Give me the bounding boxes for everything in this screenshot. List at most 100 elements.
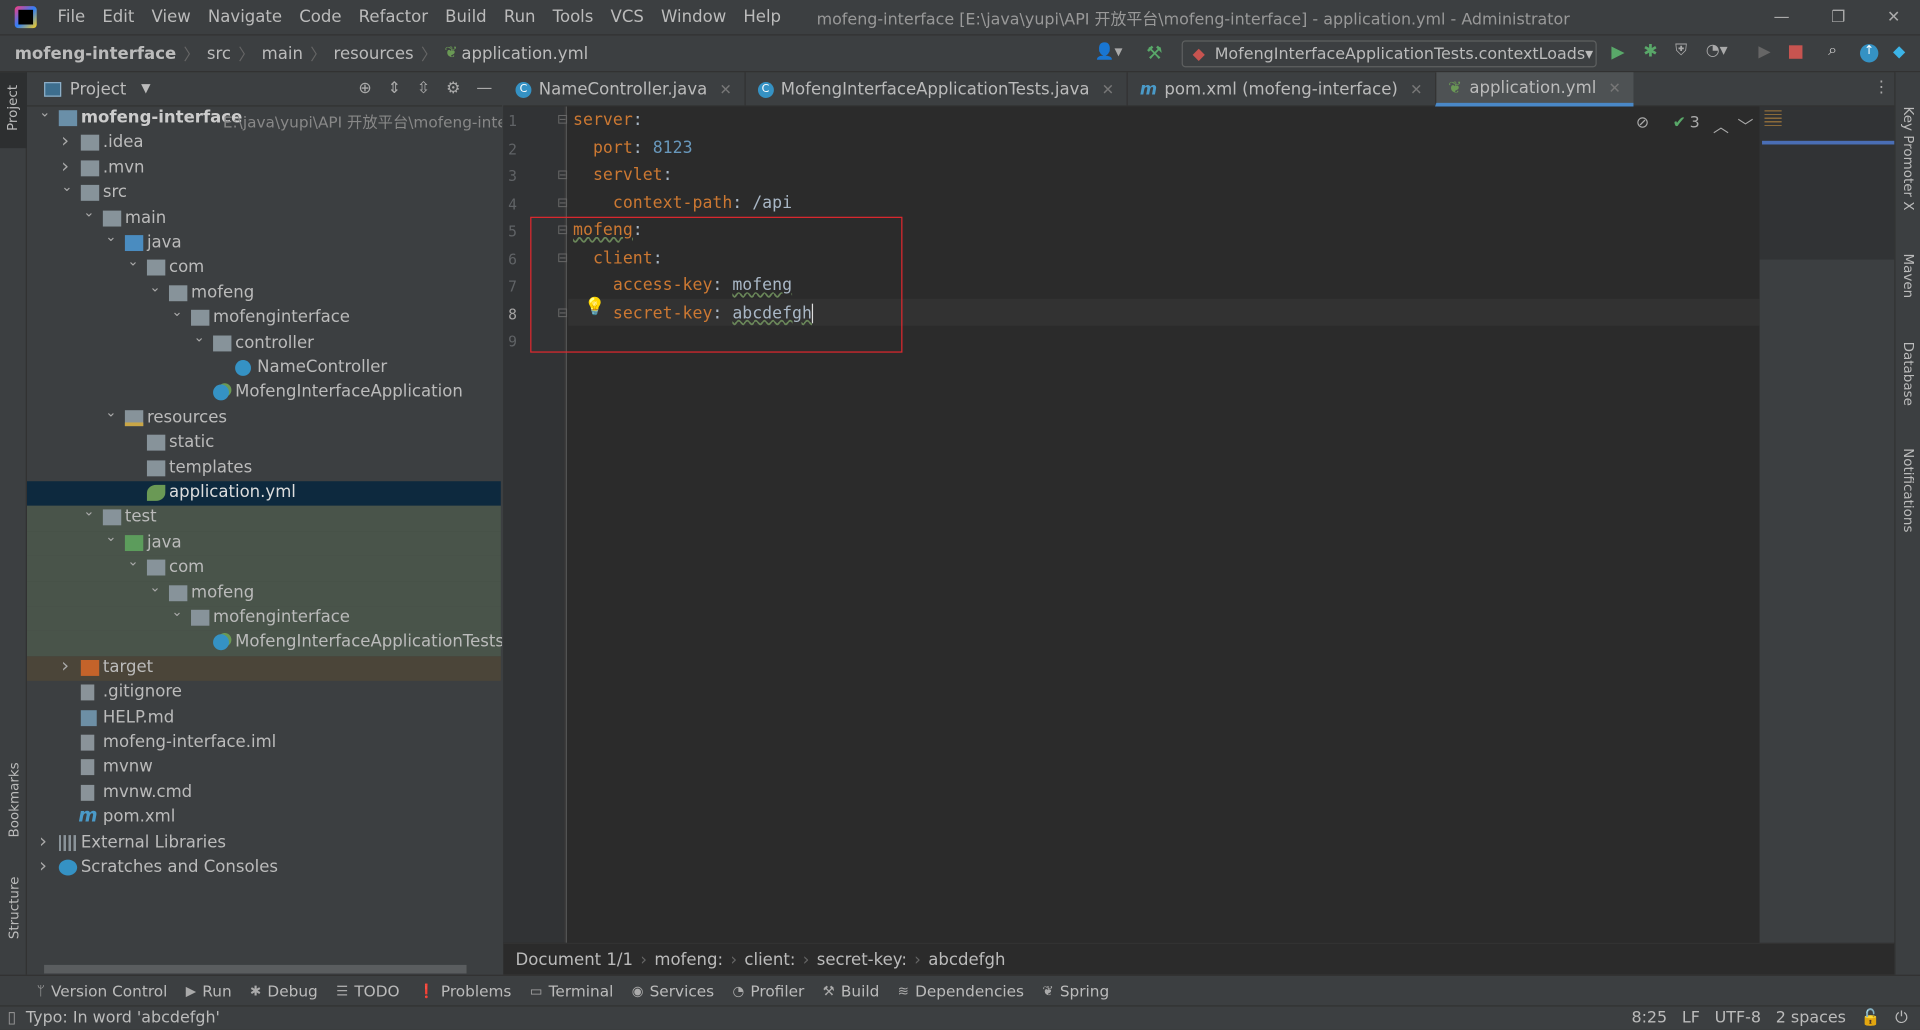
file-encoding[interactable]: UTF-8: [1715, 1009, 1761, 1027]
tree-item[interactable]: ⌄ com: [27, 254, 501, 281]
tree-item[interactable]: ⌄ test: [26, 504, 501, 532]
breadcrumb-src[interactable]: src: [207, 43, 231, 63]
update-icon[interactable]: ↑: [1860, 44, 1879, 63]
status-panel-icon[interactable]: ▯: [7, 1009, 16, 1027]
menu-navigate[interactable]: Navigate: [199, 7, 290, 27]
menu-edit[interactable]: Edit: [94, 7, 143, 27]
notifications-tool-button[interactable]: Notifications: [1900, 448, 1916, 532]
close-tab-icon[interactable]: ✕: [1410, 81, 1422, 98]
chevron-down-icon[interactable]: ⌄: [83, 204, 94, 220]
tree-item[interactable]: › .idea: [27, 129, 501, 156]
tree-horizontal-scrollbar[interactable]: [44, 964, 467, 974]
key-promoter-tool-button[interactable]: Key Promoter X: [1900, 107, 1916, 211]
run-icon[interactable]: ▶: [1611, 43, 1624, 63]
stop-icon[interactable]: [1788, 45, 1803, 59]
menu-window[interactable]: Window: [652, 7, 734, 27]
code-line[interactable]: server:: [573, 110, 643, 130]
tool-window-profiler[interactable]: ◔ Profiler: [733, 981, 805, 999]
editor-crumb-client[interactable]: client:: [744, 950, 795, 970]
chevron-right-icon[interactable]: ›: [61, 154, 69, 177]
menu-run[interactable]: Run: [495, 7, 544, 27]
menu-build[interactable]: Build: [437, 7, 496, 27]
bookmarks-tool-button[interactable]: Bookmarks: [6, 762, 22, 837]
prev-highlight-icon[interactable]: ︿: [1713, 114, 1729, 137]
profile-icon[interactable]: ◔▾: [1706, 42, 1728, 60]
chevron-down-icon[interactable]: ⌄: [105, 404, 116, 420]
tree-item[interactable]: NameController: [27, 356, 501, 381]
tool-window-terminal[interactable]: ▭ Terminal: [530, 981, 614, 999]
editor-tab[interactable]: ❦ application.yml ✕: [1434, 72, 1634, 107]
menu-tools[interactable]: Tools: [544, 7, 602, 27]
chevron-right-icon[interactable]: ›: [39, 853, 47, 876]
chevron-down-icon[interactable]: ⌄: [171, 304, 182, 320]
tree-item[interactable]: .gitignore: [27, 681, 501, 706]
minimize-icon[interactable]: —: [1774, 8, 1790, 26]
run-configuration-select[interactable]: ◆ MofengInterfaceApplicationTests.contex…: [1181, 40, 1597, 68]
editor-tab[interactable]: C NameController.java ✕: [503, 72, 744, 106]
chevron-down-icon[interactable]: ⌄: [193, 329, 204, 345]
chevron-down-icon[interactable]: ⌄: [61, 179, 72, 195]
chevron-down-icon[interactable]: ⌄: [171, 604, 182, 620]
tree-item[interactable]: m pom.xml: [27, 805, 501, 831]
tree-item[interactable]: › target: [26, 654, 501, 682]
debug-icon[interactable]: ✱: [1643, 42, 1657, 62]
locate-icon[interactable]: ⊕: [358, 80, 371, 98]
tree-item[interactable]: application.yml: [26, 481, 501, 507]
tree-item[interactable]: MofengInterfaceApplication: [27, 381, 501, 406]
menu-code[interactable]: Code: [291, 7, 350, 27]
tree-item[interactable]: ⌄ mofeng: [27, 279, 501, 306]
tree-item[interactable]: › .mvn: [27, 154, 501, 181]
chevron-down-icon[interactable]: ⌄: [105, 529, 116, 545]
tool-window-services[interactable]: ◉ Services: [632, 981, 714, 999]
menu-view[interactable]: View: [143, 7, 199, 27]
expand-all-icon[interactable]: ⇕: [388, 80, 401, 98]
project-view-select[interactable]: Project: [70, 79, 127, 99]
tool-window-version-control[interactable]: ᛘ Version Control: [37, 981, 168, 999]
menu-vcs[interactable]: VCS: [602, 7, 652, 27]
tree-item[interactable]: mofeng-interface.iml: [27, 731, 501, 756]
tree-item[interactable]: HELP.md: [27, 706, 501, 731]
tree-item[interactable]: ⌄ java: [26, 529, 501, 557]
breadcrumb-main[interactable]: main: [262, 43, 303, 63]
menu-refactor[interactable]: Refactor: [350, 7, 436, 27]
breadcrumb-project[interactable]: mofeng-interface: [15, 43, 177, 63]
power-save-icon[interactable]: ⏻: [1895, 1009, 1908, 1027]
chevron-down-icon[interactable]: ⌄: [83, 504, 94, 520]
chevron-down-icon[interactable]: ⌄: [39, 107, 50, 120]
caret-position[interactable]: 8:25: [1631, 1009, 1667, 1027]
more-tabs-icon[interactable]: ⋮: [1873, 78, 1889, 96]
project-tool-button[interactable]: Project: [5, 85, 21, 131]
chevron-right-icon[interactable]: ›: [39, 828, 47, 851]
lock-icon[interactable]: 🔓: [1861, 1009, 1881, 1027]
tree-item[interactable]: ⌄ controller: [27, 329, 501, 356]
chevron-right-icon[interactable]: ›: [61, 129, 69, 152]
fold-icon[interactable]: ⊟: [557, 111, 568, 127]
search-icon[interactable]: ⌕: [1828, 42, 1837, 60]
chevron-right-icon[interactable]: ›: [61, 654, 69, 677]
close-tab-icon[interactable]: ✕: [1102, 81, 1114, 98]
menu-help[interactable]: Help: [735, 7, 790, 27]
attach-icon[interactable]: ▶: [1758, 43, 1770, 61]
fold-end-icon[interactable]: ⊟: [557, 194, 568, 210]
next-highlight-icon[interactable]: ﹀: [1738, 114, 1754, 137]
close-icon[interactable]: ✕: [1887, 8, 1900, 26]
tool-window-build[interactable]: ⚒ Build: [823, 981, 880, 999]
reader-mode-icon[interactable]: ⊘: [1636, 114, 1649, 132]
tree-item[interactable]: ⌄ main: [27, 204, 501, 231]
tool-window-todo[interactable]: ☰ TODO: [336, 981, 399, 999]
editor-crumb-document[interactable]: Document 1/1: [516, 950, 634, 970]
close-tab-icon[interactable]: ✕: [1609, 79, 1621, 96]
collapse-all-icon[interactable]: ⇳: [417, 80, 430, 98]
breadcrumb-resources[interactable]: resources: [334, 43, 414, 63]
close-tab-icon[interactable]: ✕: [719, 81, 731, 98]
tool-window-problems[interactable]: ❗ Problems: [418, 981, 511, 999]
user-icon[interactable]: 👤▾: [1095, 43, 1123, 61]
restore-icon[interactable]: ❐: [1831, 8, 1845, 26]
code-line[interactable]: servlet:: [573, 165, 673, 185]
fold-icon[interactable]: ⊟: [557, 167, 568, 183]
breadcrumb-file[interactable]: application.yml: [461, 43, 588, 63]
tree-item[interactable]: ⌄ mofenginterface: [26, 604, 501, 632]
inspection-ok-icon[interactable]: ✔ 3: [1673, 114, 1700, 132]
tool-window-dependencies[interactable]: ≋ Dependencies: [898, 981, 1024, 999]
tree-item[interactable]: ⌄ mofeng-interface E:\java\yupi\API 开放平台\m…: [27, 107, 502, 132]
